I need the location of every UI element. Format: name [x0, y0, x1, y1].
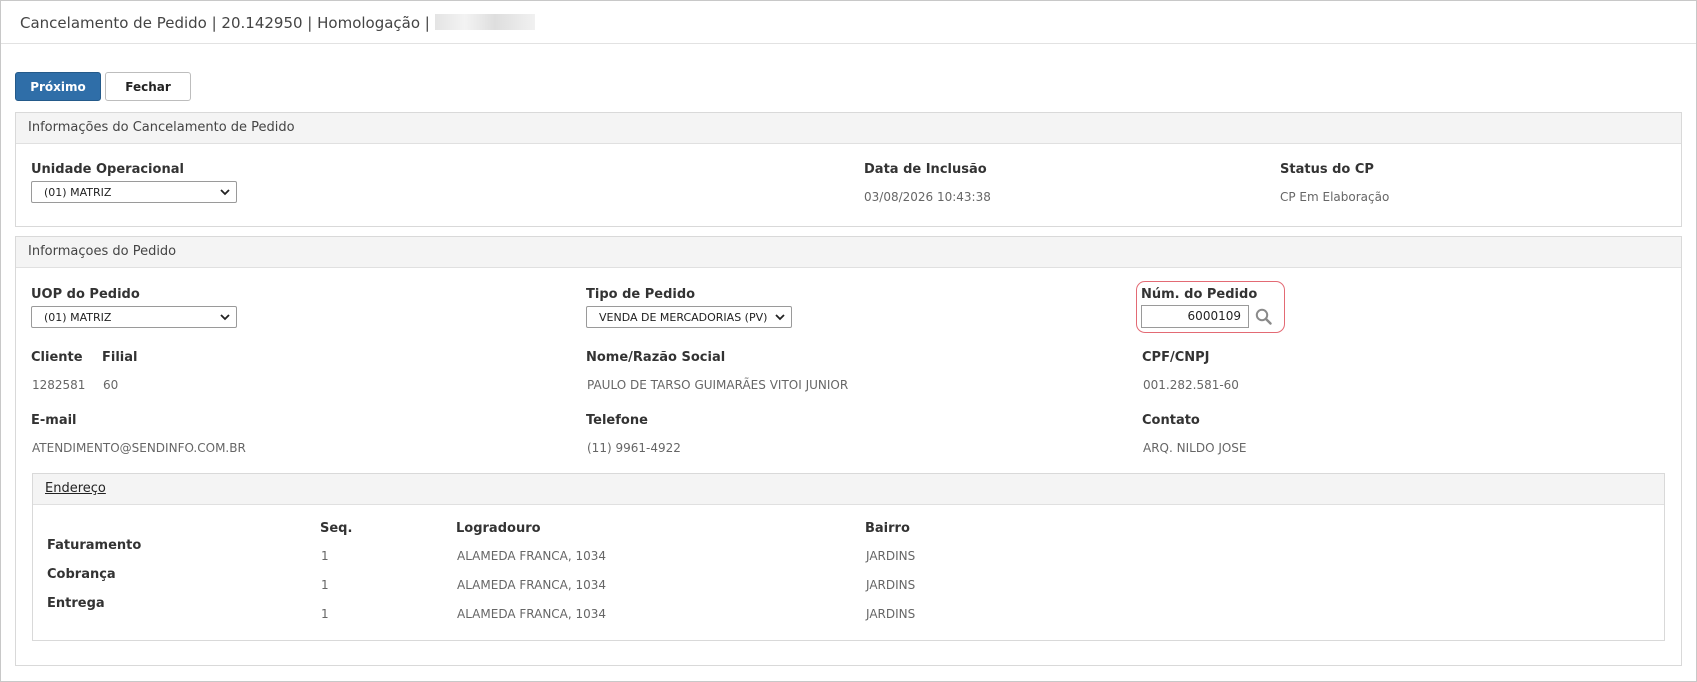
email-label: E-mail: [31, 413, 77, 428]
chevron-down-icon: [775, 314, 785, 321]
date-label: Data de Inclusão: [864, 162, 987, 177]
redacted-user-name: [434, 14, 535, 30]
table-row-street: ALAMEDA FRANCA, 1034: [457, 578, 607, 592]
name-label: Nome/Razão Social: [586, 350, 726, 365]
address-heading: Endereço: [33, 474, 1664, 505]
page-title-text: Cancelamento de Pedido | 20.142950 | Hom…: [20, 14, 430, 32]
column-header-district: Bairro: [865, 521, 910, 536]
table-row-seq: 1: [321, 607, 329, 621]
uop-select[interactable]: (01) MATRIZ: [31, 306, 237, 328]
order-type-label: Tipo de Pedido: [586, 287, 696, 302]
client-label: Cliente: [31, 350, 83, 365]
address-panel: Endereço Seq. Logradouro Bairro Faturame…: [32, 473, 1665, 641]
client-value: 1282581: [32, 378, 86, 392]
next-button[interactable]: Próximo: [15, 72, 101, 101]
window-frame: Cancelamento de Pedido | 20.142950 | Hom…: [0, 0, 1697, 682]
column-header-street: Logradouro: [456, 521, 541, 536]
table-row-street: ALAMEDA FRANCA, 1034: [457, 607, 607, 621]
phone-value: (11) 9961-4922: [587, 441, 681, 455]
uop-label: UOP do Pedido: [31, 287, 140, 302]
branch-value: 60: [103, 378, 119, 392]
table-row-seq: 1: [321, 578, 329, 592]
document-value: 001.282.581-60: [1143, 378, 1239, 392]
status-value: CP Em Elaboração: [1280, 190, 1390, 204]
status-label: Status do CP: [1280, 162, 1374, 177]
branch-label: Filial: [102, 350, 138, 365]
chevron-down-icon: [220, 314, 230, 321]
page-title: Cancelamento de Pedido | 20.142950 | Hom…: [20, 14, 535, 32]
name-value: PAULO DE TARSO GUIMARÃES VITOI JUNIOR: [587, 378, 849, 392]
order-type-select-value: VENDA DE MERCADORIAS (PV): [599, 310, 768, 324]
order-number-input[interactable]: 6000109: [1141, 305, 1249, 328]
contact-value: ARQ. NILDO JOSE: [1143, 441, 1247, 455]
email-value: ATENDIMENTO@SENDINFO.COM.BR: [32, 441, 246, 455]
address-type-billing: Faturamento: [47, 538, 142, 553]
phone-label: Telefone: [586, 413, 648, 428]
order-type-select[interactable]: VENDA DE MERCADORIAS (PV): [586, 306, 792, 328]
search-icon[interactable]: [1255, 308, 1272, 325]
address-type-delivery: Entrega: [47, 596, 105, 611]
table-row-seq: 1: [321, 549, 329, 563]
contact-label: Contato: [1142, 413, 1200, 428]
table-row-district: JARDINS: [866, 607, 916, 621]
document-label: CPF/CNPJ: [1142, 350, 1210, 365]
table-row-district: JARDINS: [866, 578, 916, 592]
address-heading-link[interactable]: Endereço: [45, 481, 106, 496]
title-bar: Cancelamento de Pedido | 20.142950 | Hom…: [1, 1, 1696, 44]
cancel-info-panel: Informações do Cancelamento de Pedido Un…: [15, 112, 1682, 227]
close-button[interactable]: Fechar: [105, 72, 191, 101]
date-value: 03/08/2026 10:43:38: [864, 190, 991, 204]
chevron-down-icon: [220, 189, 230, 196]
order-info-panel: Informaçoes do Pedido UOP do Pedido (01)…: [15, 236, 1682, 666]
address-type-collection: Cobrança: [47, 567, 116, 582]
column-header-seq: Seq.: [320, 521, 353, 536]
unit-select[interactable]: (01) MATRIZ: [31, 181, 237, 203]
uop-select-value: (01) MATRIZ: [44, 310, 112, 324]
table-row-district: JARDINS: [866, 549, 916, 563]
table-row-street: ALAMEDA FRANCA, 1034: [457, 549, 607, 563]
unit-select-value: (01) MATRIZ: [44, 185, 112, 199]
cancel-info-heading: Informações do Cancelamento de Pedido: [16, 113, 1681, 144]
unit-label: Unidade Operacional: [31, 162, 184, 177]
order-info-heading: Informaçoes do Pedido: [16, 237, 1681, 268]
